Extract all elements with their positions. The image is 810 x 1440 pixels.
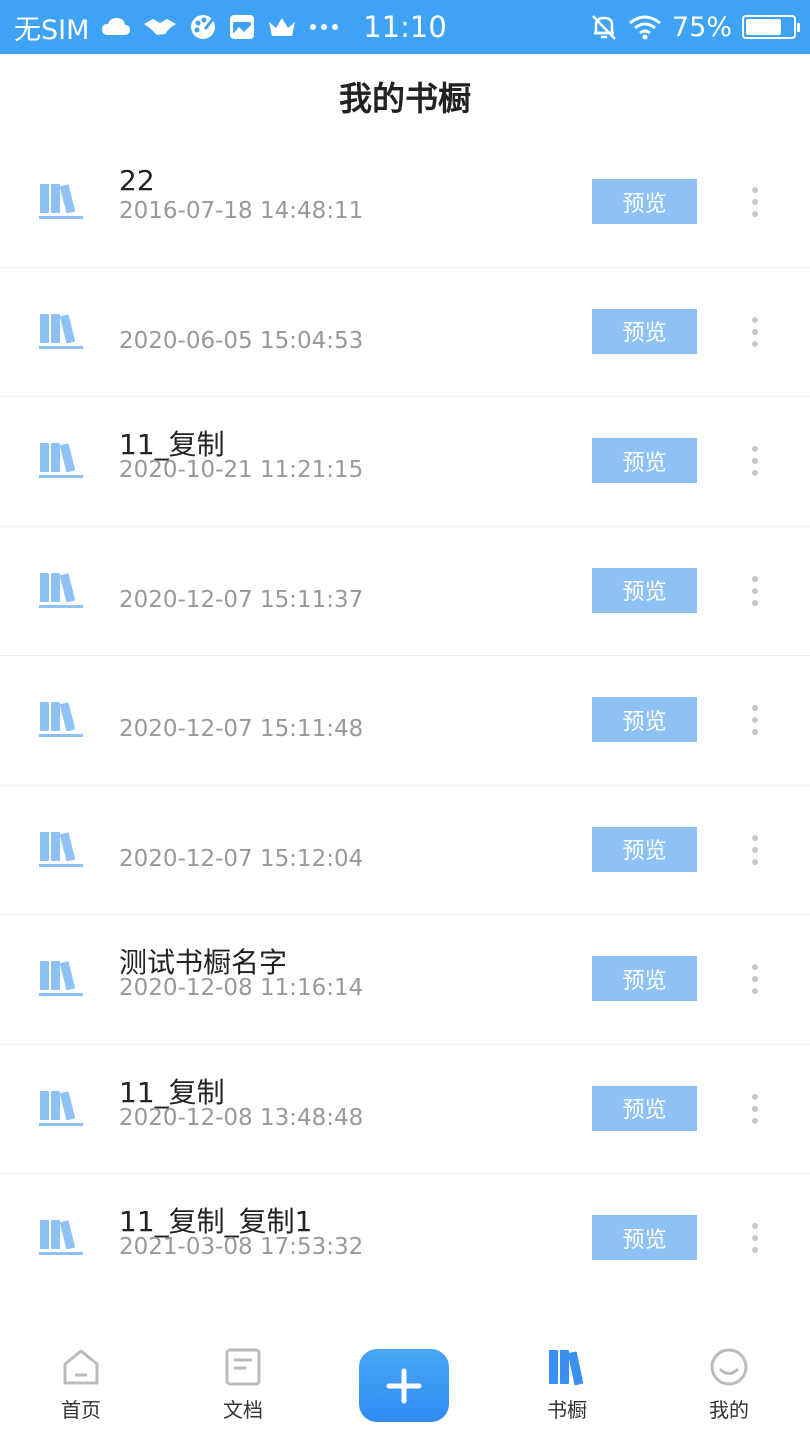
bookshelf-date: 2020-12-08 11:16:14 [119,975,364,1001]
bookshelf-date: 2020-12-07 15:11:37 [119,586,364,613]
wifi-icon [628,14,662,40]
carrier-label: 无SIM [14,14,90,46]
tab-home[interactable]: 首页 [31,1346,131,1426]
tab-mine-label: 我的 [709,1398,749,1422]
book-icon [38,571,84,609]
more-options-icon[interactable] [742,571,768,611]
vivo-icon [229,14,255,40]
preview-button[interactable]: 预览 [592,826,697,872]
more-options-icon[interactable] [742,700,768,740]
bookshelf-name: 22 [119,164,155,197]
more-options-icon[interactable] [742,182,768,222]
battery-icon [742,15,800,39]
more-options-icon[interactable] [742,1089,768,1129]
book-icon [38,959,84,997]
palette-icon [189,13,217,41]
list-item[interactable]: 11_复制 2020-10-21 11:21:15 预览 [0,397,810,527]
tab-mine[interactable]: 我的 [679,1346,779,1426]
plus-icon [386,1368,422,1403]
bookshelf-date: 2016-07-18 14:48:11 [119,198,364,224]
list-item[interactable]: 测试书橱名字 2020-12-08 11:16:14 预览 [0,915,810,1045]
more-dots-icon [309,23,339,31]
page-title: 我的书橱 [339,79,471,118]
list-item[interactable]: 11_复制_复制1 2021-03-08 17:53:32 预览 [0,1174,810,1304]
battery-level [746,19,781,35]
home-icon [63,1349,99,1385]
page-header: 我的书橱 [0,54,810,138]
preview-button[interactable]: 预览 [592,1085,697,1131]
list-item[interactable]: 22 2016-07-18 14:48:11 预览 [0,138,810,268]
more-options-icon[interactable] [742,959,768,999]
tab-bookshelf-label: 书橱 [547,1398,587,1422]
preview-button[interactable]: 预览 [592,308,697,354]
preview-button[interactable]: 预览 [592,956,697,1001]
more-options-icon[interactable] [742,441,768,481]
book-icon [38,312,84,350]
preview-button[interactable]: 预览 [592,438,697,483]
more-options-icon[interactable] [742,1218,768,1258]
book-icon [38,182,84,220]
bookshelf-icon [549,1350,584,1386]
list-item[interactable]: 2020-12-07 15:11:48 预览 [0,656,810,786]
bookshelf-date: 2020-12-08 13:48:48 [119,1104,364,1131]
list-item[interactable]: 11_复制 2020-12-08 13:48:48 预览 [0,1045,810,1174]
add-button[interactable] [359,1349,449,1422]
tab-home-label: 首页 [61,1398,101,1422]
tab-documents[interactable]: 文档 [193,1346,293,1426]
handshake-icon [143,16,177,38]
bookshelf-date: 2020-12-07 15:11:48 [119,716,364,742]
bookshelf-date: 2021-03-08 17:53:32 [119,1234,364,1260]
preview-button[interactable]: 预览 [592,697,697,742]
list-item[interactable]: 2020-12-07 15:11:37 预览 [0,527,810,656]
preview-button[interactable]: 预览 [592,1215,697,1260]
document-icon [225,1348,261,1386]
book-icon [38,830,84,868]
bottom-tab-bar: 首页 文档 书橱 我的 [0,1330,810,1440]
book-icon [38,441,84,479]
book-icon [38,1218,84,1256]
bookshelf-date: 2020-06-05 15:04:53 [119,327,364,354]
book-icon [38,700,84,738]
status-bar: 无SIM 11:10 75% [0,0,810,54]
more-options-icon[interactable] [742,830,768,870]
alarm-off-icon [590,13,618,41]
list-item[interactable]: 2020-06-05 15:04:53 预览 [0,268,810,397]
tab-documents-label: 文档 [223,1398,263,1422]
more-options-icon[interactable] [742,312,768,352]
crown-icon [267,16,297,38]
battery-percent: 75% [671,11,732,43]
preview-button[interactable]: 预览 [592,179,697,224]
bookshelf-list: 22 2016-07-18 14:48:11 预览 2020-06-05 15:04:… [0,138,810,1304]
bookshelf-date: 2020-10-21 11:21:15 [119,457,364,483]
smiley-icon [710,1348,748,1386]
preview-button[interactable]: 预览 [592,567,697,613]
list-item[interactable]: 2020-12-07 15:12:04 预览 [0,786,810,915]
cloud-icon [101,17,131,37]
tab-bookshelf[interactable]: 书橱 [517,1346,617,1426]
book-icon [38,1089,84,1127]
bookshelf-date: 2020-12-07 15:12:04 [119,845,364,872]
